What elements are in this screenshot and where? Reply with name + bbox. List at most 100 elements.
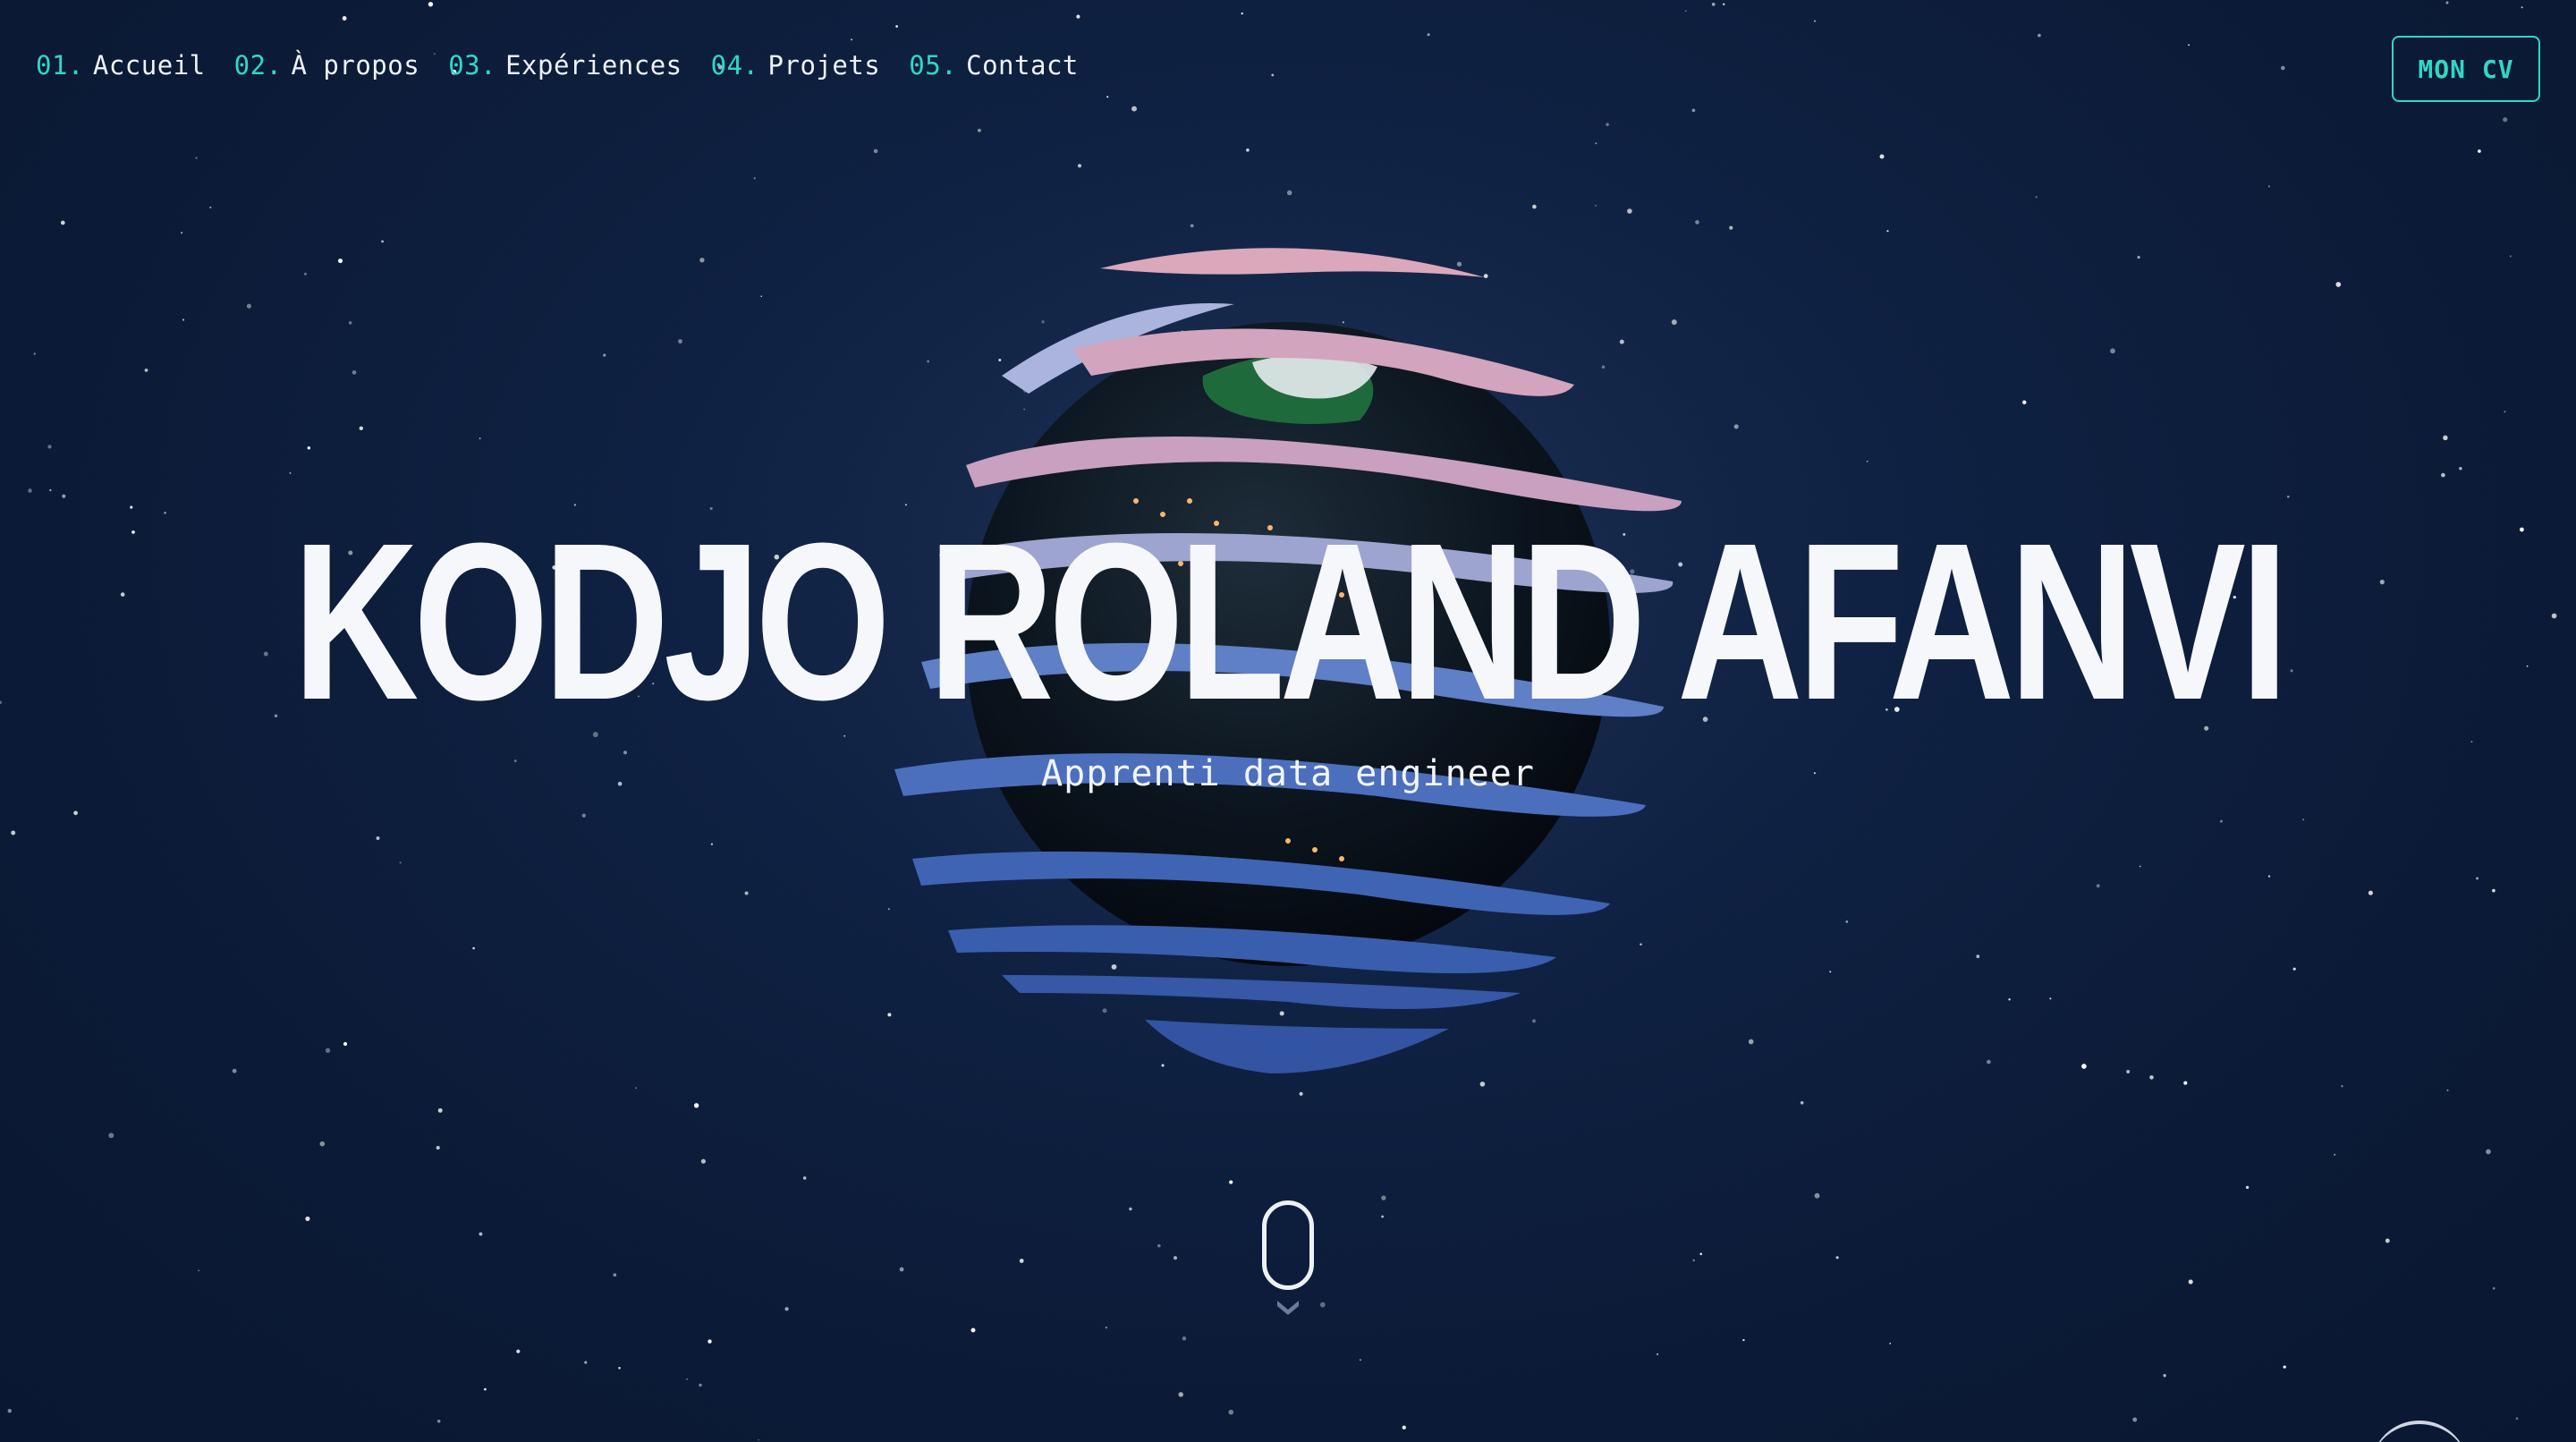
star [2341, 1085, 2343, 1088]
star [1692, 1259, 1695, 1262]
nav-item-experiences[interactable]: 03. Expériences [448, 50, 682, 81]
star [359, 426, 364, 431]
chevron-down-icon[interactable] [1274, 1295, 1302, 1324]
star [584, 1361, 588, 1364]
star [710, 843, 713, 845]
star [1619, 339, 1624, 344]
star [0, 700, 3, 705]
star [1427, 33, 1430, 37]
star [1509, 951, 1513, 955]
star [1229, 1180, 1233, 1184]
star [1657, 1353, 1659, 1355]
star [130, 505, 133, 509]
star [1879, 154, 1885, 159]
star [7, 1409, 12, 1413]
nav-item-number: 01. [36, 50, 84, 81]
star [1748, 1039, 1754, 1045]
star [428, 2, 434, 7]
star [1381, 1215, 1384, 1218]
star [1835, 1256, 1839, 1260]
star [2245, 1185, 2250, 1190]
star [1076, 14, 1080, 19]
star [1129, 1207, 1132, 1211]
star [1246, 148, 1250, 152]
star [2478, 149, 2481, 153]
star [246, 303, 251, 309]
star [516, 1349, 521, 1353]
star [2220, 819, 2223, 823]
hero-subtitle: Apprenti data engineer [1041, 753, 1535, 794]
nav-item-contact[interactable]: 05. Contact [909, 50, 1079, 81]
star [603, 353, 606, 357]
star [1182, 1336, 1187, 1341]
star [1601, 365, 1606, 369]
star [2520, 527, 2524, 532]
star [2492, 1286, 2496, 1290]
star [2335, 282, 2342, 287]
star [342, 16, 347, 21]
star [2504, 411, 2506, 413]
star [693, 1103, 699, 1108]
star [887, 1013, 892, 1017]
star [47, 445, 52, 449]
star [1479, 1082, 1486, 1087]
star [1181, 330, 1184, 334]
star [2521, 6, 2523, 9]
star [1381, 1195, 1386, 1200]
star [1106, 96, 1109, 98]
star [1173, 795, 1178, 801]
star [1671, 319, 1677, 326]
star [399, 861, 402, 864]
star [436, 1146, 440, 1150]
star [753, 177, 756, 180]
nav-item-label: Contact [966, 50, 1079, 81]
mouse-scroll-icon[interactable] [1262, 1200, 1314, 1290]
star [2188, 1279, 2193, 1285]
star [635, 1087, 638, 1090]
star [182, 318, 185, 321]
star [1845, 920, 1849, 923]
star [1317, 376, 1322, 382]
star [1408, 475, 1411, 478]
star [1271, 73, 1275, 77]
star [1886, 230, 1889, 233]
cv-button[interactable]: MON CV [2392, 36, 2540, 102]
star [970, 1327, 976, 1333]
star [1190, 224, 1194, 228]
star [2132, 1417, 2138, 1422]
star [1640, 943, 1642, 946]
star [2526, 665, 2529, 667]
star [2441, 472, 2445, 478]
star [1161, 1064, 1165, 1067]
nav-item-accueil[interactable]: 01. Accueil [36, 50, 206, 81]
star [2281, 65, 2285, 71]
star [1019, 1259, 1024, 1263]
star [343, 1041, 348, 1047]
star [2021, 400, 2027, 405]
star [1102, 1008, 1107, 1014]
star [1173, 1256, 1178, 1260]
star [1684, 10, 1687, 13]
nav-item-number: 04. [710, 50, 759, 81]
star [699, 258, 705, 263]
star [479, 1232, 483, 1236]
star [686, 1378, 688, 1380]
nav-item-number: 03. [448, 50, 497, 81]
star [479, 437, 481, 439]
star [1800, 1100, 1804, 1105]
star [802, 1176, 807, 1180]
nav-item-a-propos[interactable]: 02. À propos [234, 50, 420, 81]
star [352, 370, 357, 375]
star [1225, 944, 1230, 948]
star [1157, 1243, 1161, 1248]
star [1178, 1392, 1183, 1397]
star [1195, 360, 1200, 365]
star [2503, 117, 2508, 123]
star [2379, 579, 2385, 585]
star [1976, 954, 1980, 959]
star [2509, 255, 2512, 258]
nav-item-projets[interactable]: 04. Projets [711, 50, 881, 81]
star [1224, 1044, 1227, 1048]
star [198, 1269, 200, 1272]
star [1814, 1192, 1820, 1199]
